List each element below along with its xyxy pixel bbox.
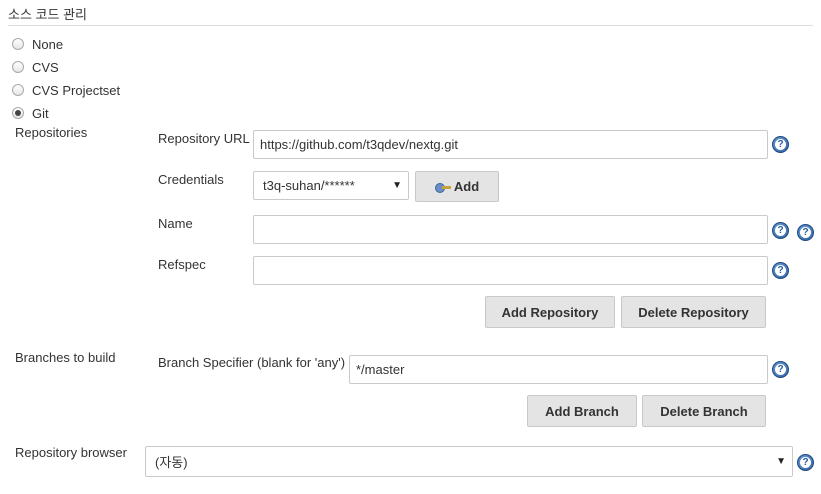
scm-option-cvs-projectset[interactable]: CVS Projectset	[12, 81, 120, 99]
help-glyph: ?	[777, 264, 784, 276]
delete-repository-button[interactable]: Delete Repository	[621, 296, 766, 328]
help-icon[interactable]: ?	[772, 262, 789, 279]
help-glyph: ?	[777, 363, 784, 375]
radio-label-cvs-projectset: CVS Projectset	[32, 82, 121, 98]
name-label: Name	[158, 216, 193, 231]
help-icon[interactable]: ?	[797, 224, 814, 241]
repository-url-input[interactable]: https://github.com/t3qdev/nextg.git	[253, 130, 768, 159]
repository-browser-select[interactable]: (자동) ▼	[145, 446, 793, 477]
radio-label-git: Git	[32, 105, 49, 121]
scm-option-cvs[interactable]: CVS	[12, 58, 59, 76]
section-title: 소스 코드 관리	[8, 7, 87, 22]
help-glyph: ?	[802, 456, 809, 468]
repository-browser-value: (자동)	[155, 455, 188, 470]
credentials-value: t3q-suhan/******	[263, 178, 355, 193]
help-icon[interactable]: ?	[772, 136, 789, 153]
help-icon[interactable]: ?	[797, 454, 814, 471]
repositories-label: Repositories	[15, 125, 88, 140]
add-credentials-button[interactable]: Add	[415, 171, 499, 202]
radio-git[interactable]	[12, 107, 24, 119]
scm-option-git[interactable]: Git	[12, 104, 49, 122]
help-icon[interactable]: ?	[772, 361, 789, 378]
help-icon[interactable]: ?	[772, 222, 789, 239]
radio-cvs[interactable]	[12, 61, 24, 73]
radio-cvs-projectset[interactable]	[12, 84, 24, 96]
repository-browser-label: Repository browser	[15, 445, 127, 460]
add-branch-button[interactable]: Add Branch	[527, 395, 637, 427]
branch-specifier-label: Branch Specifier (blank for 'any')	[158, 355, 346, 370]
add-credentials-label: Add	[453, 179, 480, 194]
help-glyph: ?	[777, 138, 784, 150]
branch-specifier-input[interactable]: */master	[349, 355, 768, 384]
delete-branch-button[interactable]: Delete Branch	[642, 395, 766, 427]
add-repository-button[interactable]: Add Repository	[485, 296, 615, 328]
refspec-label: Refspec	[158, 257, 206, 272]
branches-to-build-label: Branches to build	[15, 350, 116, 365]
refspec-input[interactable]	[253, 256, 768, 285]
dropdown-arrow-icon: ▼	[776, 456, 786, 467]
credentials-select[interactable]: t3q-suhan/****** ▼	[253, 171, 409, 200]
radio-label-cvs: CVS	[32, 59, 59, 75]
radio-none[interactable]	[12, 38, 24, 50]
credentials-label: Credentials	[158, 172, 224, 187]
help-glyph: ?	[777, 224, 784, 236]
key-icon	[434, 182, 451, 193]
name-input[interactable]	[253, 215, 768, 244]
scm-option-none[interactable]: None	[12, 35, 63, 53]
radio-label-none: None	[32, 36, 64, 52]
help-glyph: ?	[802, 226, 809, 238]
dropdown-arrow-icon: ▼	[392, 180, 402, 191]
section-divider	[8, 25, 813, 26]
repository-url-label: Repository URL	[158, 131, 250, 146]
